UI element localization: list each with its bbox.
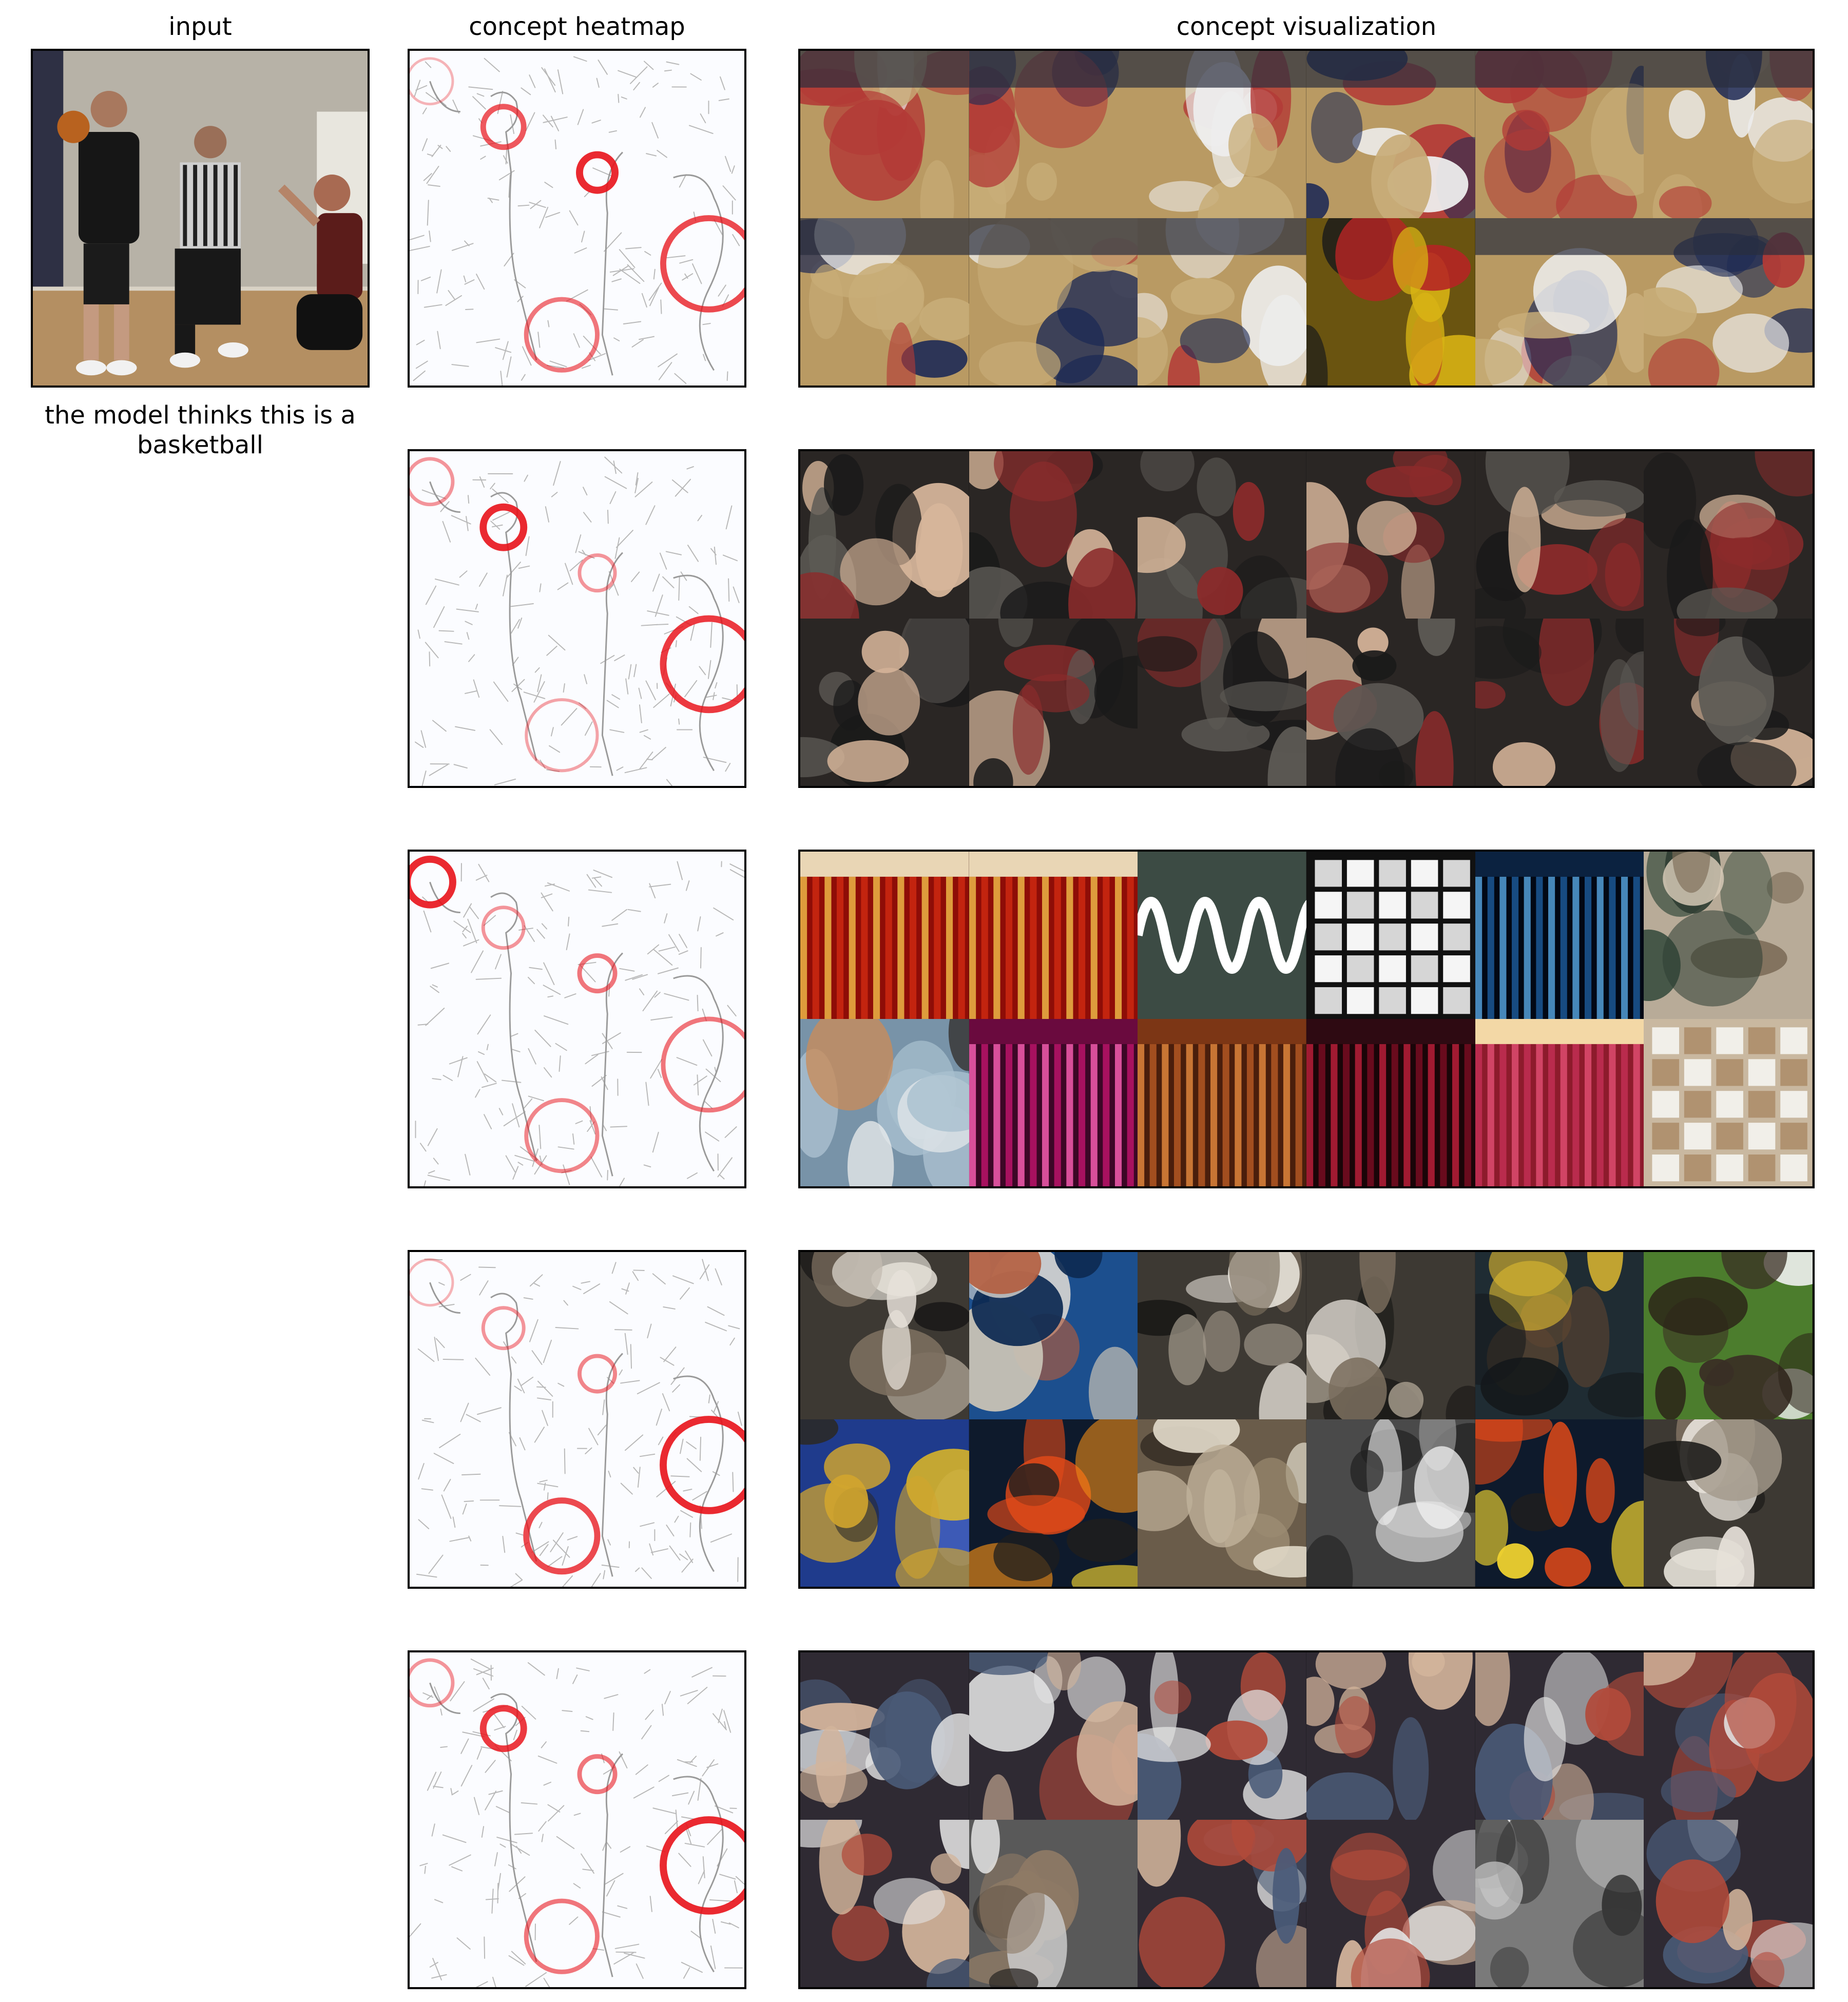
concept-tile xyxy=(1475,1252,1644,1419)
input-image xyxy=(31,49,370,388)
concept-tile xyxy=(969,1652,1138,1820)
concept-heatmap-5 xyxy=(408,1650,746,1989)
concept-tile xyxy=(1306,1019,1475,1186)
concept-tile xyxy=(800,852,969,1019)
concept-tile xyxy=(800,218,969,386)
concept-tile xyxy=(1475,1652,1644,1820)
concept-tile xyxy=(800,619,969,786)
concept-tile xyxy=(1644,218,1813,386)
concept-tile xyxy=(1475,1820,1644,1987)
concept-tile xyxy=(1475,852,1644,1019)
concept-tile xyxy=(1306,451,1475,619)
concept-tile xyxy=(1475,619,1644,786)
concept-tile xyxy=(1644,51,1813,218)
concept-visualization-4 xyxy=(798,1250,1815,1589)
concept-tile xyxy=(969,218,1138,386)
concept-tile xyxy=(1138,1419,1306,1587)
concept-heatmap-3 xyxy=(408,850,746,1188)
concept-tile xyxy=(1475,51,1644,218)
concept-visualization-2 xyxy=(798,449,1815,788)
concept-tile xyxy=(800,1419,969,1587)
concept-tile xyxy=(969,1252,1138,1419)
concept-tile xyxy=(1644,1652,1813,1820)
concept-tile xyxy=(1644,1820,1813,1987)
concept-tile xyxy=(1138,1652,1306,1820)
visualization-column-title: concept visualization xyxy=(1176,12,1437,41)
input-column-title: input xyxy=(168,12,232,41)
concept-tile xyxy=(1306,852,1475,1019)
concept-tile xyxy=(1644,1419,1813,1587)
concept-tile xyxy=(1138,619,1306,786)
heatmap-column-title: concept heatmap xyxy=(469,12,685,41)
concept-tile xyxy=(1138,1252,1306,1419)
concept-tile xyxy=(1138,1019,1306,1186)
concept-tile xyxy=(969,852,1138,1019)
concept-tile xyxy=(1475,1419,1644,1587)
concept-heatmap-2 xyxy=(408,449,746,788)
concept-tile xyxy=(1306,1252,1475,1419)
concept-tile xyxy=(1138,51,1306,218)
concept-visualization-5 xyxy=(798,1650,1815,1989)
concept-tile xyxy=(1475,218,1644,386)
concept-tile xyxy=(1306,1820,1475,1987)
concept-tile xyxy=(800,1252,969,1419)
concept-tile xyxy=(969,619,1138,786)
concept-tile xyxy=(1475,451,1644,619)
concept-tile xyxy=(969,51,1138,218)
concept-tile xyxy=(800,1820,969,1987)
concept-tile xyxy=(1306,1652,1475,1820)
concept-tile xyxy=(800,1652,969,1820)
concept-tile xyxy=(1644,1252,1813,1419)
concept-tile xyxy=(1644,1019,1813,1186)
concept-tile xyxy=(969,1820,1138,1987)
concept-tile xyxy=(1644,451,1813,619)
concept-tile xyxy=(1306,218,1475,386)
concept-tile xyxy=(969,1419,1138,1587)
concept-tile xyxy=(800,451,969,619)
concept-tile xyxy=(1306,1419,1475,1587)
concept-tile xyxy=(800,1019,969,1186)
concept-tile xyxy=(1306,619,1475,786)
concept-tile xyxy=(1475,1019,1644,1186)
concept-visualization-1 xyxy=(798,49,1815,388)
concept-tile xyxy=(1138,852,1306,1019)
concept-visualization-3 xyxy=(798,850,1815,1188)
concept-tile xyxy=(1644,619,1813,786)
concept-heatmap-4 xyxy=(408,1250,746,1589)
concept-tile xyxy=(1138,451,1306,619)
concept-tile xyxy=(969,1019,1138,1186)
concept-tile xyxy=(1138,218,1306,386)
concept-tile xyxy=(800,51,969,218)
concept-tile xyxy=(1138,1820,1306,1987)
prediction-caption: the model thinks this is a basketball xyxy=(45,401,356,459)
concept-heatmap-1 xyxy=(408,49,746,388)
concept-tile xyxy=(1644,852,1813,1019)
concept-tile xyxy=(969,451,1138,619)
concept-tile xyxy=(1306,51,1475,218)
